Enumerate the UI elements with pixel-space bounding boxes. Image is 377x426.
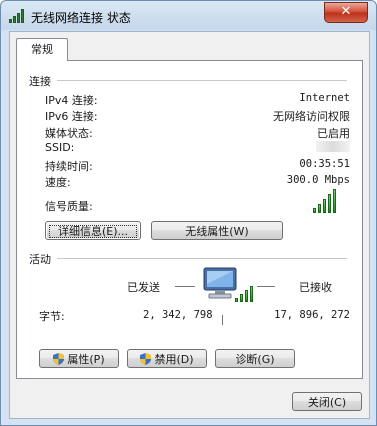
sent-label: 已发送 <box>127 281 160 294</box>
received-line <box>257 286 275 287</box>
ipv4-value: Internet <box>299 92 350 104</box>
activity-divider <box>222 315 223 325</box>
sent-line <box>175 286 195 287</box>
signal-quality-label: 信号质量: <box>45 200 93 213</box>
close-button[interactable]: 关闭(C) <box>292 392 362 411</box>
bytes-received-value: 17, 896, 272 <box>274 309 350 321</box>
ssid-label: SSID: <box>45 141 75 154</box>
ipv6-value: 无网络访问权限 <box>273 110 350 123</box>
uac-shield-icon <box>140 353 152 365</box>
wireless-properties-button[interactable]: 无线属性(W) <box>151 221 283 240</box>
details-button[interactable]: 详细信息(E)... <box>45 221 141 240</box>
general-tab-panel: 连接 IPv4 连接: Internet IPv6 连接: 无网络访问权限 媒体… <box>16 60 363 379</box>
wireless-signal-icon <box>9 9 25 23</box>
speed-value: 300.0 Mbps <box>286 174 350 186</box>
tab-general[interactable]: 常规 <box>16 38 68 61</box>
duration-label: 持续时间: <box>45 160 93 173</box>
duration-value: 00:35:51 <box>299 158 350 170</box>
diagnose-button[interactable]: 诊断(G) <box>215 349 295 368</box>
properties-button[interactable]: 属性(P) <box>39 349 119 368</box>
media-state-label: 媒体状态: <box>45 127 93 140</box>
window-close-button[interactable]: ✕ <box>324 2 368 23</box>
bytes-sent-value: 2, 342, 798 <box>143 309 213 321</box>
ipv6-label: IPv6 连接: <box>45 110 98 123</box>
dialog-client-area: 常规 连接 IPv4 连接: Internet IPv6 连接: 无网络访问权限… <box>9 31 370 419</box>
section-divider <box>57 258 347 259</box>
window-title: 无线网络连接 状态 <box>31 11 131 25</box>
bytes-label: 字节: <box>39 310 65 323</box>
signal-strength-icon <box>313 189 343 213</box>
media-state-value: 已启用 <box>317 127 350 140</box>
ipv4-label: IPv4 连接: <box>45 94 98 107</box>
disable-button[interactable]: 禁用(D) <box>127 349 207 368</box>
activity-section-title: 活动 <box>29 253 51 266</box>
uac-shield-icon <box>53 353 65 365</box>
speed-label: 速度: <box>45 176 71 189</box>
section-divider <box>57 80 347 81</box>
received-label: 已接收 <box>299 281 332 294</box>
ssid-value-redacted <box>316 141 350 152</box>
activity-signal-icon <box>235 286 255 302</box>
title-bar[interactable]: 无线网络连接 状态 ✕ <box>1 1 376 31</box>
connection-section-title: 连接 <box>29 75 51 88</box>
status-dialog: 无线网络连接 状态 ✕ 常规 连接 IPv4 连接: Internet IPv6… <box>0 0 377 426</box>
close-icon: ✕ <box>340 4 352 19</box>
